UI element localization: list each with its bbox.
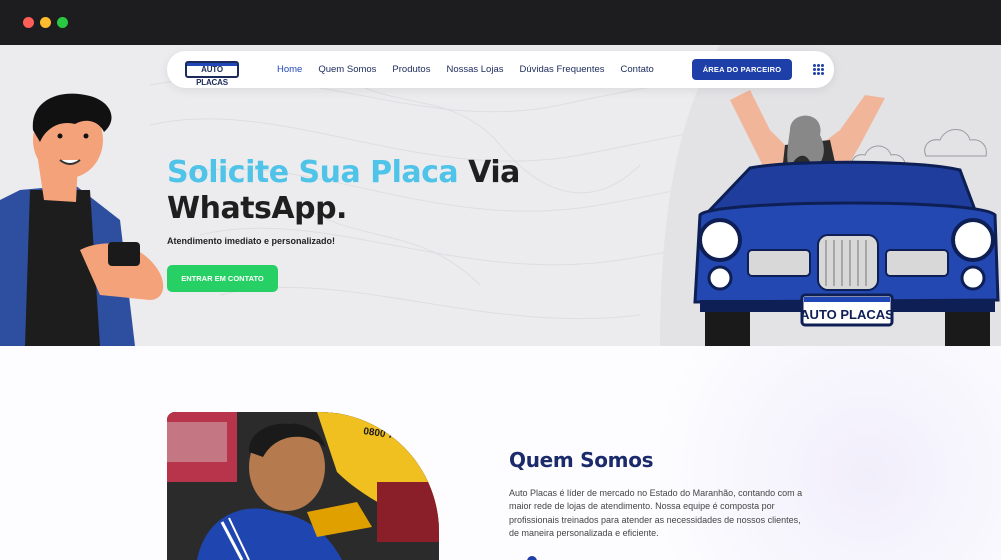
nav-link-duvidas-frequentes[interactable]: Dúvidas Frequentes — [519, 64, 604, 75]
logo-plate-stripe — [187, 63, 237, 66]
contact-cta-button[interactable]: ENTRAR EM CONTATO — [167, 265, 278, 292]
convertible-car-illustration: AUTO PLACAS — [693, 90, 1000, 346]
hero-subtitle: Atendimento imediato e personalizado! — [167, 236, 336, 246]
nav-links: Home Quem Somos Produtos Nossas Lojas Dú… — [277, 51, 654, 88]
nav-link-home[interactable]: Home — [277, 64, 302, 75]
close-window-button[interactable] — [23, 17, 34, 28]
about-description: Auto Placas é líder de mercado no Estado… — [509, 488, 803, 538]
car-plate-text: AUTO PLACAS — [800, 307, 894, 322]
top-navbar: AUTO PLACAS Home Quem Somos Produtos Nos… — [167, 51, 834, 88]
about-title: Quem Somos — [509, 448, 654, 472]
hero-title-highlight: Solicite Sua Placa — [167, 155, 459, 190]
nav-link-quem-somos[interactable]: Quem Somos — [318, 64, 376, 75]
grid-dots-icon[interactable] — [813, 64, 824, 75]
nav-link-nossas-lojas[interactable]: Nossas Lojas — [446, 64, 503, 75]
nav-link-produtos[interactable]: Produtos — [392, 64, 430, 75]
nav-link-contato[interactable]: Contato — [621, 64, 654, 75]
hero-title-rest: Via — [458, 155, 520, 190]
partner-area-button[interactable]: ÁREA DO PARCEIRO — [692, 59, 792, 80]
auto-placas-logo[interactable]: AUTO PLACAS — [185, 61, 239, 87]
maximize-window-button[interactable] — [57, 17, 68, 28]
hero-title: Solicite Sua Placa Via WhatsApp. — [167, 155, 520, 227]
carousel-indicator-dot[interactable] — [527, 556, 537, 560]
browser-chrome — [0, 0, 1001, 45]
about-section — [0, 346, 1001, 560]
logo-text: AUTO PLACAS — [196, 65, 228, 87]
hero-title-line2: WhatsApp. — [167, 191, 347, 226]
minimize-window-button[interactable] — [40, 17, 51, 28]
man-with-phone-illustration — [0, 93, 164, 346]
